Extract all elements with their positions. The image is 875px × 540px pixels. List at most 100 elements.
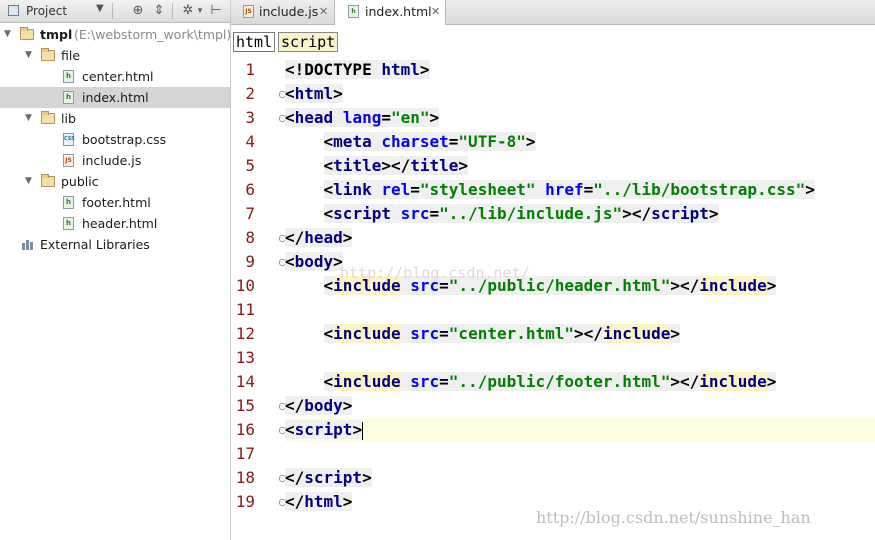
breadcrumb-script[interactable]: script — [278, 32, 339, 52]
code-token: "../lib/bootstrap.css" — [593, 180, 806, 199]
code-token: > — [670, 324, 681, 343]
tree-item-footer-html[interactable]: h footer.html — [0, 192, 230, 213]
code-token: ></ — [574, 324, 603, 343]
tree-item-bootstrap-css[interactable]: CSS bootstrap.css — [0, 129, 230, 150]
line-number: 19 — [235, 492, 255, 511]
code-token: < — [323, 372, 334, 391]
chevron-down-icon[interactable]: ▾ — [192, 2, 208, 20]
code-token: < — [285, 108, 295, 127]
code-token: src — [410, 372, 440, 391]
collapse-all-icon[interactable]: ⇕ — [151, 2, 167, 20]
code-token: head — [304, 228, 343, 247]
code-line[interactable]: <title></title> — [285, 154, 875, 178]
code-token: ></ — [622, 204, 652, 223]
code-token: = — [429, 204, 440, 223]
expand-arrow-icon[interactable]: ▼ — [25, 108, 32, 129]
code-token: script — [333, 204, 401, 223]
code-line[interactable]: </body> — [285, 394, 875, 418]
tree-item-header-html[interactable]: h header.html — [0, 213, 230, 234]
code-token: src — [410, 324, 440, 343]
tree-item-file[interactable]: ▼ file — [0, 45, 230, 66]
code-token: charset — [381, 132, 449, 151]
folder-icon — [41, 111, 55, 124]
close-icon[interactable]: ✕ — [319, 0, 328, 24]
close-icon[interactable]: ✕ — [431, 0, 440, 24]
hide-panel-icon[interactable]: ⊢ — [208, 2, 224, 20]
html-file-icon: h — [348, 5, 359, 18]
code-line[interactable]: <include src="center.html"></include> — [285, 322, 875, 346]
tree-item-public[interactable]: ▼ public — [0, 171, 230, 192]
tree-item-tmpl[interactable]: ▼ tmpl (E:\webstorm_work\tmpl) — [0, 24, 231, 45]
code-token: < — [323, 180, 334, 199]
tree-item-index-html[interactable]: h index.html — [0, 87, 230, 108]
locate-icon[interactable]: ⊕ — [130, 2, 146, 20]
watermark-corner: http://blog.csdn.net/sunshine_han — [536, 508, 811, 527]
line-number: 6 — [245, 180, 255, 199]
code-token: > — [362, 468, 372, 487]
text-caret — [362, 421, 364, 440]
code-token: > — [342, 396, 353, 415]
code-token: "UTF-8" — [458, 132, 526, 151]
tree-item-lib[interactable]: ▼ lib — [0, 108, 230, 129]
chevron-down-icon[interactable]: ▼ — [96, 3, 104, 14]
code-token: body — [304, 396, 343, 415]
line-number: 5 — [245, 156, 255, 175]
code-line[interactable]: <head lang="en"> — [285, 106, 875, 130]
code-line[interactable]: <html> — [285, 82, 875, 106]
tab-include-js[interactable]: JS include.js ✕ — [231, 0, 335, 24]
code-line[interactable] — [285, 442, 875, 466]
code-line[interactable] — [285, 346, 875, 370]
code-token: > — [342, 492, 353, 511]
code-token: lang — [342, 108, 382, 127]
code-line[interactable]: <include src="../public/footer.html"></i… — [285, 370, 875, 394]
js-file-icon: JS — [243, 5, 254, 18]
tree-item-label: bootstrap.css — [82, 132, 167, 147]
expand-arrow-icon[interactable]: ▼ — [25, 171, 32, 192]
tree-item-label: public — [61, 174, 99, 189]
code-line[interactable]: <link rel="stylesheet" href="../lib/boot… — [285, 178, 875, 202]
code-line[interactable]: <!DOCTYPE html> — [285, 58, 875, 82]
tree-item-external-libraries[interactable]: External Libraries — [0, 234, 230, 255]
code-line[interactable]: <script> — [285, 418, 875, 442]
code-line[interactable]: </script> — [285, 466, 875, 490]
tree-item-center-html[interactable]: h center.html — [0, 66, 230, 87]
code-token: src — [400, 204, 430, 223]
tab-index-html[interactable]: h index.html ✕ — [335, 0, 446, 25]
toolbar-divider — [172, 3, 173, 19]
expand-arrow-icon[interactable]: ▼ — [25, 45, 32, 66]
html-file-icon: h — [63, 196, 74, 209]
line-number: 1 — [245, 60, 255, 79]
code-token: html — [294, 84, 334, 103]
code-token: rel — [381, 180, 411, 199]
code-token: </ — [285, 228, 305, 247]
tree-item-label: External Libraries — [40, 237, 150, 252]
line-number: 10 — [235, 276, 255, 295]
code-line[interactable]: </head> — [285, 226, 875, 250]
tree-item-include-js[interactable]: JS include.js — [0, 150, 230, 171]
line-number: 13 — [235, 348, 255, 367]
breadcrumb-html[interactable]: html — [233, 32, 276, 52]
code-token: ></ — [670, 276, 700, 295]
folder-icon — [41, 48, 55, 61]
code-token: <!DOCTYPE — [285, 60, 382, 79]
code-token: link — [333, 180, 382, 199]
code-line[interactable]: <script src="../lib/include.js"></script… — [285, 202, 875, 226]
code-token: < — [323, 276, 334, 295]
code-token: = — [583, 180, 594, 199]
code-token: > — [525, 132, 536, 151]
code-token: "en" — [390, 108, 430, 127]
code-token: </ — [285, 468, 305, 487]
code-line[interactable] — [285, 298, 875, 322]
code-token — [400, 372, 411, 391]
code-token: < — [323, 204, 334, 223]
line-number: 4 — [245, 132, 255, 151]
code-editor[interactable]: <!DOCTYPE html> <html> <head lang="en"> <m… — [285, 57, 875, 540]
line-number: 16 — [235, 420, 255, 439]
code-line[interactable]: <meta charset="UTF-8"> — [285, 130, 875, 154]
code-token: > — [805, 180, 815, 199]
expand-arrow-icon[interactable]: ▼ — [4, 24, 11, 45]
project-view-selector[interactable]: Project — [26, 4, 67, 18]
html-file-icon: h — [63, 217, 74, 230]
